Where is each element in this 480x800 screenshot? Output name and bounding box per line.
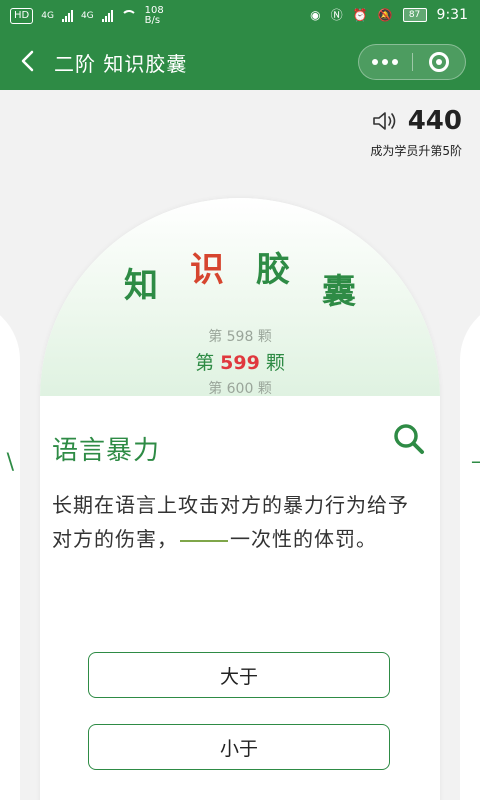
status-left: HD 4G 4G 108 B/s (10, 6, 164, 26)
network-label-1: 4G (41, 11, 54, 21)
nfc-icon: Ⓝ (330, 8, 343, 22)
previous-number[interactable]: 第 598 颗 (40, 326, 440, 346)
network-speed: 108 B/s (145, 6, 164, 26)
answer-blank (180, 539, 228, 542)
status-right: ◉ Ⓝ ⏰ 🔕 87 9:31 (310, 6, 468, 23)
current-number-value: 599 (220, 352, 260, 374)
previous-card-fragment: \ (6, 450, 14, 475)
main-content: 440 成为学员升第5阶 \ ㄱ 知 识 胶 囊 第 598 颗 第 599 颗… (0, 90, 480, 800)
search-icon[interactable] (392, 422, 426, 456)
logo-char-2: 识 (190, 250, 224, 290)
logo-char-4: 囊 (322, 272, 356, 312)
level-hint: 成为学员升第5阶 (370, 144, 462, 158)
close-button[interactable] (412, 45, 465, 79)
speed-unit: B/s (144, 15, 161, 26)
score-area: 440 (372, 106, 462, 136)
network-label-2: 4G (80, 11, 94, 21)
current-prefix: 第 (195, 352, 215, 374)
title-bar: 二阶 知识胶囊 (0, 34, 480, 90)
next-card[interactable]: ㄱ (460, 300, 480, 800)
page-title: 二阶 知识胶囊 (54, 52, 188, 76)
alarm-icon: ⏰ (352, 7, 368, 22)
card-header: 知 识 胶 囊 第 598 颗 第 599 颗 第 600 颗 (40, 198, 440, 398)
logo-char-3: 胶 (256, 250, 290, 290)
question-text: 长期在语言上攻击对方的暴力行为给予对方的伤害， 一次性的体罚。 (52, 488, 428, 556)
mute-icon: 🔕 (377, 7, 393, 22)
current-suffix: 颗 (265, 352, 285, 374)
mini-program-capsule (358, 44, 466, 80)
previous-card[interactable]: \ (0, 300, 20, 800)
term-title: 语言暴力 (52, 436, 161, 466)
question-part-2: 一次性的体罚。 (230, 527, 377, 551)
wifi-icon (120, 10, 137, 22)
close-target-icon (428, 52, 449, 72)
battery-icon: 87 (402, 7, 427, 22)
more-dots-icon (372, 59, 399, 65)
more-button[interactable] (359, 45, 412, 79)
speaker-icon[interactable] (372, 110, 398, 132)
current-number: 第 599 颗 (40, 348, 440, 375)
score-value: 440 (407, 106, 462, 136)
clock: 9:31 (436, 6, 468, 23)
signal-icon-2 (101, 10, 113, 22)
option-less-button[interactable]: 小于 (88, 724, 390, 770)
next-number[interactable]: 第 600 颗 (40, 378, 440, 398)
signal-icon-1 (61, 10, 73, 22)
logo-char-1: 知 (124, 266, 158, 306)
next-card-fragment: ㄱ (468, 456, 480, 481)
eye-icon: ◉ (310, 7, 321, 22)
knowledge-card: 知 识 胶 囊 第 598 颗 第 599 颗 第 600 颗 语言暴力 长期在… (40, 198, 440, 800)
back-arrow-icon[interactable] (16, 48, 42, 74)
option-greater-button[interactable]: 大于 (88, 652, 390, 698)
status-bar: HD 4G 4G 108 B/s ◉ Ⓝ ⏰ 🔕 87 9:31 (0, 0, 480, 34)
hd-badge: HD (10, 8, 34, 24)
